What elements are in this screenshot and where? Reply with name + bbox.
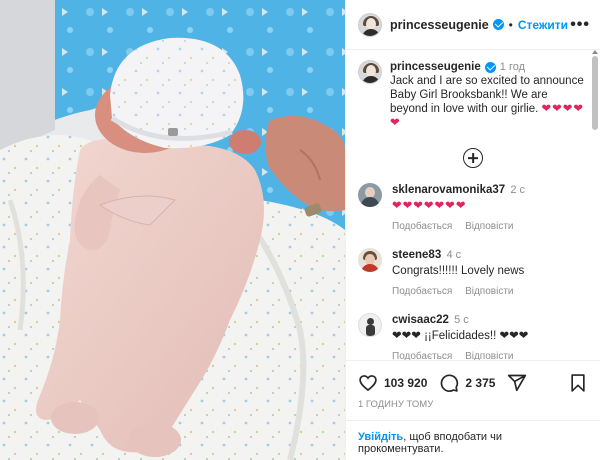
more-options-icon[interactable]: ••• [570,16,590,33]
heart-icon[interactable] [358,373,378,393]
caption-time: 1 год [499,61,526,73]
post-footer: 103 920 2 375 1 ГОДИНУ ТОМУ Увійдіть, що… [346,360,600,460]
likes-count[interactable]: 103 920 [384,376,427,390]
verified-badge-icon [484,62,496,73]
verified-badge-icon [492,19,504,30]
commenter-avatar[interactable] [358,183,382,207]
newborn-photo-image [0,0,345,460]
share-icon[interactable] [507,373,527,393]
load-more-comments-icon[interactable] [463,148,483,168]
comment-like-button[interactable]: Подобається [392,351,452,360]
comment-username[interactable]: steene83 [392,249,441,261]
comment-like-button[interactable]: Подобається [392,286,452,297]
login-link[interactable]: Увійдіть [358,431,403,443]
comment-username[interactable]: cwisaac22 [392,314,449,326]
commenter-avatar[interactable] [358,313,382,337]
comment-reply-button[interactable]: Відповісти [465,221,513,232]
action-bar: 103 920 2 375 [358,365,588,401]
post-caption: princesseugenie 1 год Jack and I are so e… [346,50,600,130]
comment-item: sklenarovamonika37 2 с ❤❤❤❤❤❤❤ Подобаєть… [346,183,600,234]
comment-like-button[interactable]: Подобається [392,221,452,232]
scroll-up-arrow-icon[interactable] [592,50,598,54]
comment-item: steene83 4 с Congrats!!!!!! Lovely news … [346,248,600,299]
comments-scroll-area[interactable]: princesseugenie 1 год Jack and I are so e… [346,50,600,360]
comment-time: 2 с [510,184,526,196]
post-modal: princesseugenie • Стежити ••• princesseu… [0,0,600,460]
posted-time-ago: 1 ГОДИНУ ТОМУ [358,399,434,410]
comment-time: 5 с [454,314,469,326]
caption-author-avatar[interactable] [358,60,382,84]
scrollbar-thumb[interactable] [592,56,598,130]
comment-icon[interactable] [439,373,459,393]
commenter-avatar[interactable] [358,248,382,272]
post-header: princesseugenie • Стежити ••• [346,0,600,50]
comments-count[interactable]: 2 375 [465,376,495,390]
comment-text: ❤❤❤ ¡¡Felicidades!! ❤❤❤ [392,330,529,342]
post-photo [0,0,345,460]
author-avatar[interactable] [358,12,382,37]
comment-item: cwisaac22 5 с ❤❤❤ ¡¡Felicidades!! ❤❤❤ По… [346,313,600,360]
comment-username[interactable]: sklenarovamonika37 [392,184,505,196]
caption-text-block: princesseugenie 1 год Jack and I are so e… [390,60,586,130]
comment-reply-button[interactable]: Відповісти [465,286,513,297]
comments-scrollbar[interactable] [592,50,598,360]
comment-text: ❤❤❤❤❤❤❤ [392,200,467,212]
caption-username[interactable]: princesseugenie [390,61,481,73]
bookmark-icon[interactable] [568,373,588,393]
comment-text: Congrats!!!!!! Lovely news [392,265,525,277]
separator-dot: • [508,17,513,32]
post-side-panel: princesseugenie • Стежити ••• princesseu… [345,0,600,460]
follow-button[interactable]: Стежити [518,18,568,32]
comment-reply-button[interactable]: Відповісти [465,351,513,360]
login-prompt: Увійдіть, щоб вподобати чи прокоментуват… [346,420,600,455]
author-username[interactable]: princesseugenie [390,18,489,32]
comment-time: 4 с [446,249,462,261]
